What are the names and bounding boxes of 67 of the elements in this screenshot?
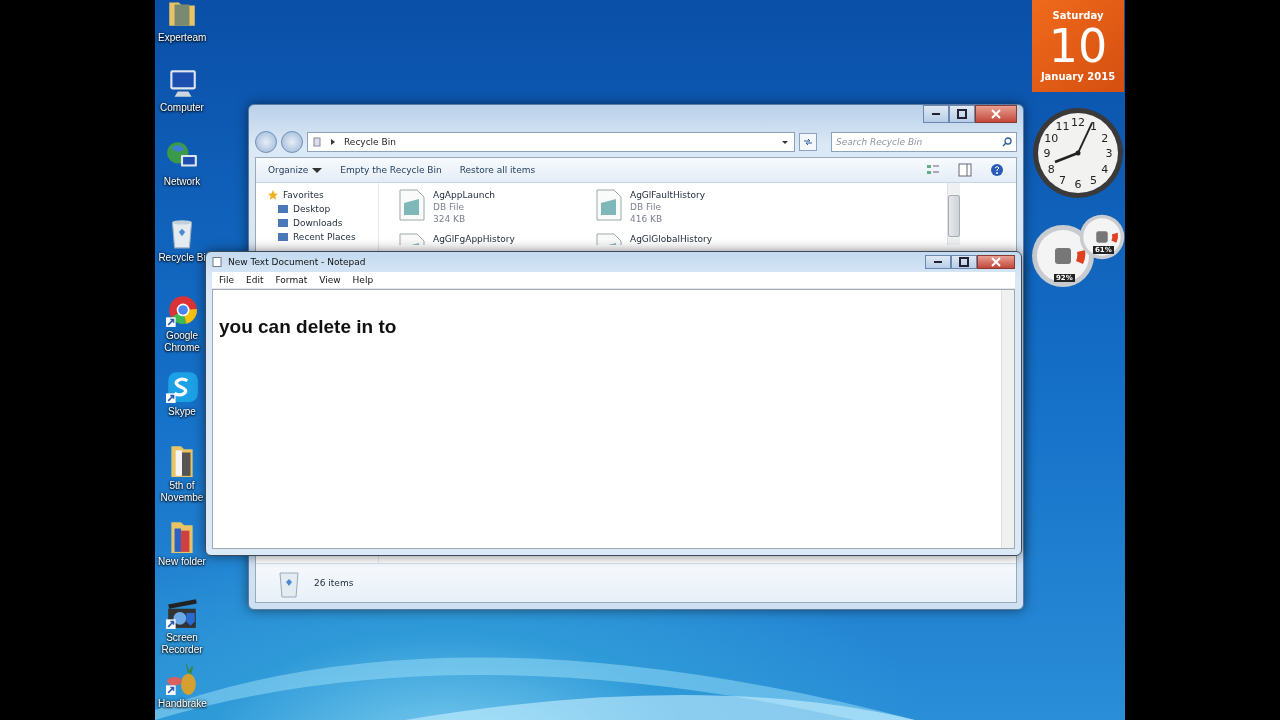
minimize-icon (931, 113, 941, 115)
minimize-button[interactable] (925, 255, 951, 269)
view-options-icon[interactable] (926, 163, 940, 177)
refresh-icon (803, 137, 813, 147)
notepad-icon (212, 257, 222, 267)
close-button[interactable] (975, 105, 1017, 123)
menu-item[interactable]: Help (347, 275, 379, 285)
maximize-button[interactable] (949, 105, 975, 123)
minimize-button[interactable] (923, 105, 949, 123)
chrome-icon (165, 294, 199, 328)
toolbar-button[interactable]: Restore all items (453, 163, 542, 177)
search-field[interactable]: Search Recycle Bin (831, 132, 1017, 152)
star-icon (268, 190, 278, 200)
file-name[interactable]: AgGlFgAppHistory (433, 233, 515, 245)
sidebar-item[interactable]: Desktop (256, 203, 378, 215)
file-name[interactable]: AgGlGlobalHistory (630, 233, 713, 245)
menu-item[interactable]: View (314, 275, 346, 285)
file-icon (596, 233, 622, 245)
desktop-icon-label[interactable]: Skype (168, 406, 196, 418)
window-title: New Text Document - Notepad (228, 257, 367, 267)
close-button[interactable] (977, 255, 1015, 269)
toolbar-button[interactable]: Organize (262, 163, 329, 177)
maximize-button[interactable] (951, 255, 977, 269)
help-icon[interactable] (990, 163, 1004, 177)
pineapple-icon (165, 662, 199, 696)
file-name[interactable]: AgAppLaunch (433, 189, 496, 201)
maximize-icon (959, 257, 969, 267)
menu-item[interactable]: Edit (241, 275, 269, 285)
skype-icon (165, 370, 199, 404)
sidebar-item[interactable]: Downloads (256, 217, 378, 229)
calendar-month: January 2015 (1040, 71, 1116, 82)
address-bar[interactable]: Recycle Bin (307, 132, 795, 152)
file-icon (399, 189, 425, 221)
item-count: 26 items (314, 578, 354, 588)
caret-icon (312, 167, 323, 173)
calendar-day: 10 (1048, 21, 1108, 71)
file-icon (596, 189, 622, 221)
menu-item[interactable]: Format (270, 275, 313, 285)
desktop-icon-label[interactable]: Computer (160, 102, 204, 114)
desktop-icon-label[interactable]: New folder (158, 556, 206, 568)
calendar-weekday: Saturday (1052, 10, 1104, 21)
desktop-icon-label[interactable]: 5th of Novembe (158, 480, 206, 504)
preview-pane-icon[interactable] (958, 163, 972, 177)
file-type: DB File (433, 201, 466, 213)
clock-drawing: 11 12 1 10 2 9 3 8 4 7 6 5 (1031, 106, 1125, 200)
toolbar-button[interactable]: Empty the Recycle Bin (334, 163, 448, 177)
gauge-drawing (1079, 214, 1125, 260)
file-icon (399, 233, 425, 245)
sidebar-item[interactable]: Recent Places (256, 231, 378, 243)
close-icon (991, 109, 1001, 119)
desktop-icon-label[interactable]: Google Chrome (158, 330, 206, 354)
minimize-icon (933, 261, 943, 263)
maximize-icon (957, 109, 967, 119)
scrollbar[interactable] (947, 183, 960, 245)
desktop-icon-label[interactable]: Recycle Bi (158, 252, 206, 264)
sidebar-item[interactable]: Favorites (256, 189, 378, 201)
video-recorder-icon (165, 596, 199, 630)
file-name[interactable]: AgGlFaultHistory (630, 189, 705, 201)
file-type: DB File (630, 201, 663, 213)
file-size: 416 KB (630, 213, 664, 225)
desktop-icon-label[interactable]: Experteam (158, 32, 206, 44)
desktop-icon-label[interactable]: Network (163, 176, 201, 188)
search-icon (1002, 137, 1012, 147)
file-size: 324 KB (433, 213, 467, 225)
close-icon (991, 257, 1001, 267)
scrollbar[interactable] (1001, 290, 1014, 548)
menu-item[interactable]: File (214, 275, 240, 285)
